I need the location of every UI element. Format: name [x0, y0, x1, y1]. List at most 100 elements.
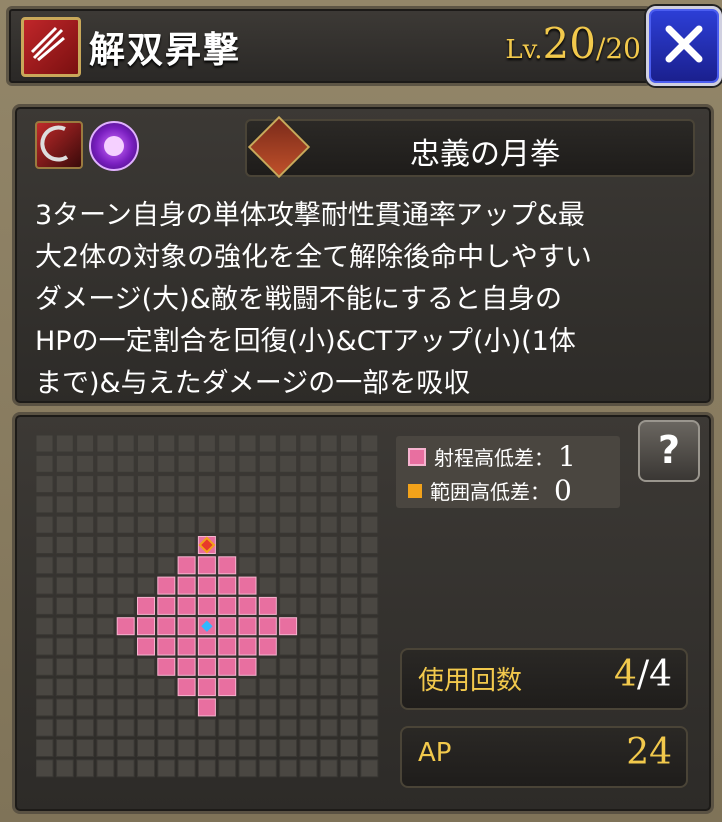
grid-tile: [218, 698, 237, 717]
grid-tile: [319, 435, 338, 453]
help-button[interactable]: ?: [638, 420, 700, 482]
grid-tile: [96, 739, 115, 757]
grid-tile: [137, 556, 155, 575]
grid-tile: [258, 454, 277, 473]
grid-tile: [36, 739, 54, 757]
grid-tile: [340, 739, 358, 757]
ap-label: AP: [418, 738, 452, 768]
grid-tile-range: [197, 556, 216, 575]
grid-tile: [36, 475, 54, 494]
grid-tile: [238, 718, 257, 737]
grid-tile: [96, 718, 115, 737]
range-height-value: 1: [558, 440, 576, 473]
grid-tile: [258, 475, 277, 494]
grid-tile: [157, 435, 176, 453]
grid-tile: [238, 759, 257, 778]
grid-tile-range: [177, 596, 196, 615]
grid-tile: [116, 759, 135, 778]
grid-tile: [116, 536, 135, 554]
grid-tile: [279, 759, 298, 778]
grid-tile: [299, 495, 318, 514]
grid-tile: [218, 435, 237, 453]
range-grid: [36, 435, 379, 778]
grid-tile: [340, 454, 358, 473]
grid-tile: [116, 739, 135, 757]
grid-tile: [36, 718, 54, 737]
grid-tile: [299, 596, 318, 615]
grid-tile-range: [177, 556, 196, 575]
grid-tile: [238, 698, 257, 717]
grid-tile: [36, 576, 54, 595]
grid-tile: [299, 617, 318, 636]
range-height-label: 射程高低差：: [434, 446, 554, 470]
grid-tile: [157, 536, 176, 554]
grid-tile: [340, 617, 358, 636]
grid-tile: [360, 576, 379, 595]
grid-tile: [279, 718, 298, 737]
grid-tile: [299, 759, 318, 778]
grid-tile: [279, 637, 298, 656]
grid-tile: [299, 657, 318, 676]
grid-tile-range: [238, 617, 257, 636]
grid-tile: [116, 435, 135, 453]
grid-tile: [137, 576, 155, 595]
grid-tile: [96, 475, 115, 494]
grid-tile: [36, 657, 54, 676]
grid-tile: [258, 678, 277, 697]
grid-tile-range: [116, 617, 135, 636]
grid-tile: [238, 536, 257, 554]
grid-tile: [96, 515, 115, 534]
grid-tile: [340, 475, 358, 494]
skill-level: Lv.20/20: [505, 19, 641, 68]
grid-tile: [340, 515, 358, 534]
grid-tile: [157, 718, 176, 737]
grid-tile: [319, 739, 338, 757]
orange-square-icon: [408, 483, 422, 498]
grid-tile: [218, 495, 237, 514]
uses-label: 使用回数: [418, 666, 523, 696]
grid-tile-range: [177, 657, 196, 676]
grid-tile: [116, 718, 135, 737]
grid-tile: [36, 759, 54, 778]
grid-tile: [177, 515, 196, 534]
grid-tile: [36, 536, 54, 554]
grid-tile: [55, 536, 74, 554]
grid-tile-range: [197, 576, 216, 595]
description-line: ダメージ(大)&敵を戦闘不能にすると自身の: [35, 284, 563, 315]
grid-tile: [76, 637, 95, 656]
grid-tile: [279, 556, 298, 575]
grid-tile: [76, 596, 95, 615]
grid-tile: [55, 678, 74, 697]
grid-tile: [340, 637, 358, 656]
grid-tile-range: [137, 637, 155, 656]
grid-tile: [36, 617, 54, 636]
grid-tile: [76, 515, 95, 534]
grid-tile: [137, 495, 155, 514]
grid-tile: [279, 435, 298, 453]
grid-tile: [177, 454, 196, 473]
grid-tile: [76, 657, 95, 676]
grid-tile: [177, 698, 196, 717]
grid-tile: [157, 678, 176, 697]
grid-tile-range: [238, 657, 257, 676]
grid-tile: [116, 678, 135, 697]
grid-tile: [197, 718, 216, 737]
description-line: まで)&与えたダメージの一部を吸収: [35, 368, 471, 399]
grid-tile: [96, 596, 115, 615]
grid-tile-range: [258, 617, 277, 636]
grid-tile: [137, 454, 155, 473]
passive-name: 忠義の月拳: [410, 137, 560, 172]
grid-tile-range: [137, 617, 155, 636]
grid-tile: [116, 596, 135, 615]
grid-tile-range: [197, 637, 216, 656]
grid-tile: [319, 556, 338, 575]
grid-tile-range: [218, 596, 237, 615]
grid-tile: [360, 698, 379, 717]
grid-tile: [319, 698, 338, 717]
grid-tile: [218, 739, 237, 757]
grid-tile: [116, 515, 135, 534]
grid-tile: [279, 475, 298, 494]
grid-tile: [137, 678, 155, 697]
close-button[interactable]: [646, 6, 722, 86]
grid-tile: [299, 435, 318, 453]
